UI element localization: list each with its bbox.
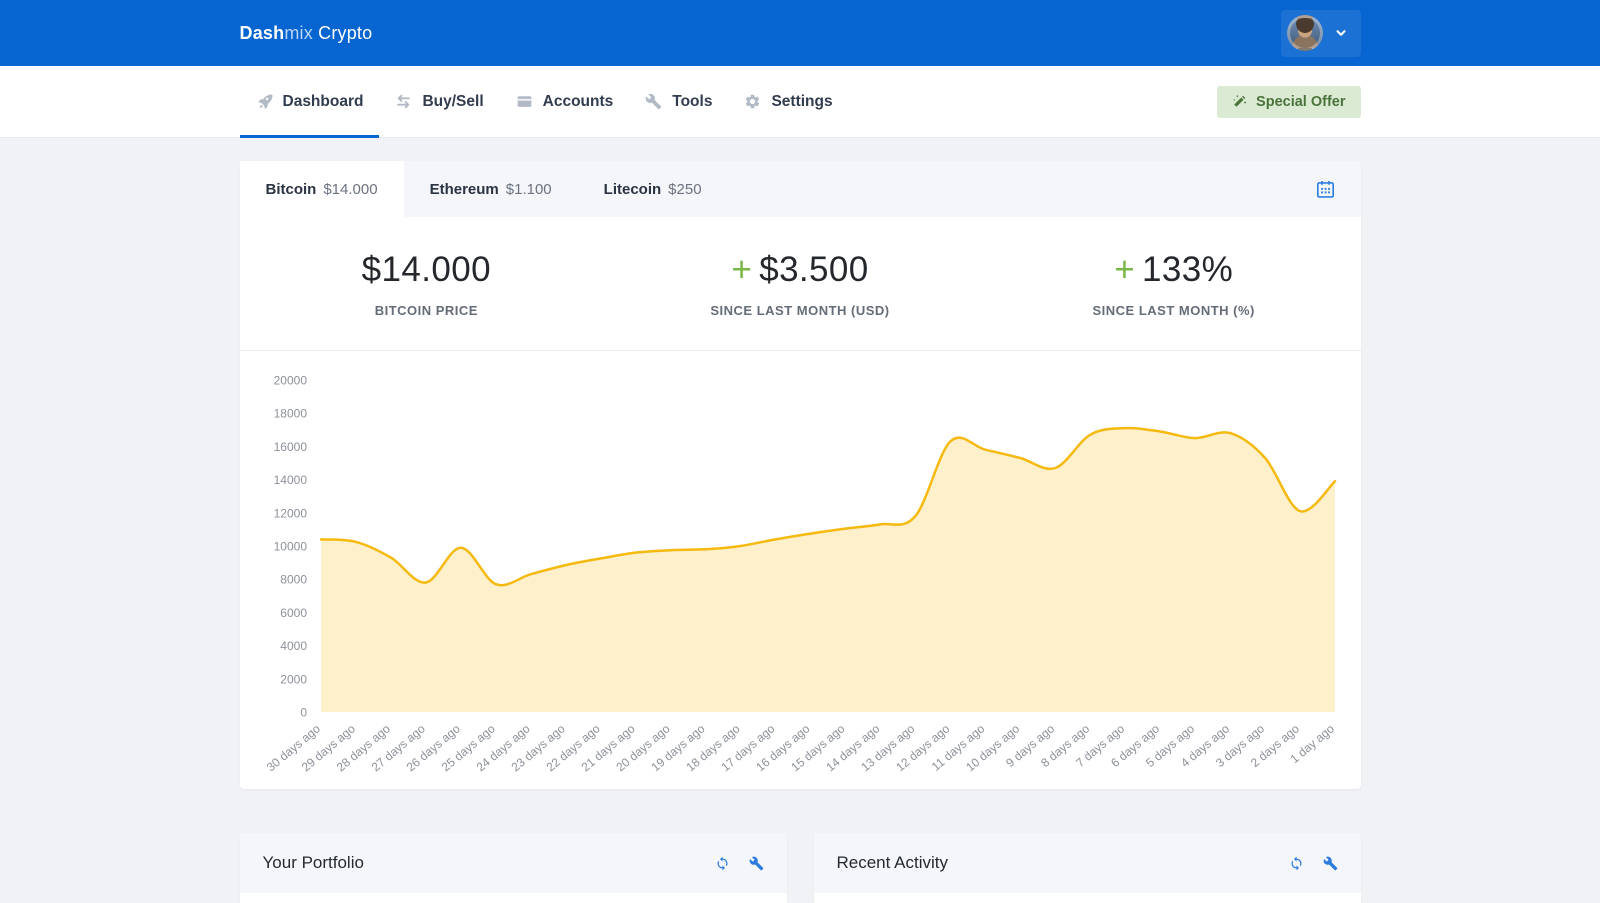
exchange-icon xyxy=(395,93,412,110)
crypto-overview-card: Bitcoin $14.000 Ethereum $1.100 Litecoin… xyxy=(240,161,1361,789)
plus-sign: + xyxy=(1114,250,1135,289)
svg-text:18000: 18000 xyxy=(273,407,307,421)
nav-item-label: Tools xyxy=(672,93,712,111)
coin-name: Bitcoin xyxy=(266,181,317,198)
nav-item-settings[interactable]: Settings xyxy=(728,66,848,137)
calendar-icon xyxy=(1315,179,1336,200)
nav-item-label: Buy/Sell xyxy=(422,93,483,111)
plus-sign: + xyxy=(731,250,752,289)
main-content: Bitcoin $14.000 Ethereum $1.100 Litecoin… xyxy=(240,161,1361,903)
svg-text:16000: 16000 xyxy=(273,440,307,454)
coin-price: $1.100 xyxy=(506,181,552,198)
bitcoin-price-chart[interactable]: 0 2000 4000 6000 8000 10000 12000 14000 16000 180… xyxy=(240,369,1361,783)
nav-item-accounts[interactable]: Accounts xyxy=(500,66,630,137)
coin-name: Ethereum xyxy=(430,181,499,198)
stat-label: SINCE LAST MONTH (USD) xyxy=(613,303,987,318)
brand-light: mix xyxy=(284,23,313,43)
stat-change-usd: +$3.500 SINCE LAST MONTH (USD) xyxy=(613,250,987,318)
wrench-icon xyxy=(645,93,662,110)
user-menu-button[interactable] xyxy=(1281,10,1361,57)
activity-panel: Recent Activity xyxy=(814,833,1361,903)
stats-row: $14.000 BITCOIN PRICE +$3.500 SINCE LAST… xyxy=(240,217,1361,351)
tab-bitcoin[interactable]: Bitcoin $14.000 xyxy=(240,161,404,217)
stat-value: $3.500 xyxy=(759,250,868,289)
svg-text:14000: 14000 xyxy=(273,473,307,487)
special-offer-label: Special Offer xyxy=(1256,94,1345,110)
nav-item-tools[interactable]: Tools xyxy=(629,66,728,137)
brand-bold: Dash xyxy=(240,23,285,43)
options-button[interactable] xyxy=(749,856,764,871)
stat-value: 133% xyxy=(1142,250,1233,289)
portfolio-panel: Your Portfolio xyxy=(240,833,787,903)
nav-item-label: Dashboard xyxy=(283,93,364,111)
tab-ethereum[interactable]: Ethereum $1.100 xyxy=(404,161,578,217)
refresh-button[interactable] xyxy=(1289,856,1304,871)
stat-value: $14.000 xyxy=(362,250,491,289)
magic-wand-icon xyxy=(1232,94,1247,109)
chart-area: 0 2000 4000 6000 8000 10000 12000 14000 16000 180… xyxy=(240,351,1361,789)
wrench-icon xyxy=(749,856,764,871)
nav-item-dashboard[interactable]: Dashboard xyxy=(240,66,380,137)
brand-rest: Crypto xyxy=(313,23,372,43)
avatar xyxy=(1287,15,1323,51)
refresh-button[interactable] xyxy=(715,856,730,871)
wrench-icon xyxy=(1323,856,1338,871)
nav-item-label: Settings xyxy=(771,93,832,111)
stat-bitcoin-price: $14.000 BITCOIN PRICE xyxy=(240,250,614,318)
svg-text:4000: 4000 xyxy=(280,639,307,653)
options-button[interactable] xyxy=(1323,856,1338,871)
special-offer-button[interactable]: Special Offer xyxy=(1217,86,1360,118)
coin-tabs: Bitcoin $14.000 Ethereum $1.100 Litecoin… xyxy=(240,161,1361,217)
nav-item-buy-sell[interactable]: Buy/Sell xyxy=(379,66,499,137)
refresh-icon xyxy=(715,856,730,871)
panel-title: Your Portfolio xyxy=(263,853,364,873)
svg-text:8000: 8000 xyxy=(280,573,307,587)
svg-text:20000: 20000 xyxy=(273,374,307,388)
svg-text:12000: 12000 xyxy=(273,506,307,520)
coin-name: Litecoin xyxy=(604,181,662,198)
tab-litecoin[interactable]: Litecoin $250 xyxy=(578,161,728,217)
date-range-button[interactable] xyxy=(1290,161,1361,217)
coin-price: $250 xyxy=(668,181,701,198)
rocket-icon xyxy=(256,93,273,110)
brand-logo[interactable]: Dashmix Crypto xyxy=(240,23,373,44)
svg-text:2000: 2000 xyxy=(280,672,307,686)
bottom-panels: Your Portfolio Recent Activity xyxy=(240,833,1361,903)
top-header: Dashmix Crypto xyxy=(0,0,1600,66)
main-navigation: Dashboard Buy/Sell Accounts Tools Settin… xyxy=(0,66,1600,138)
panel-title: Recent Activity xyxy=(837,853,949,873)
wallet-icon xyxy=(516,93,533,110)
refresh-icon xyxy=(1289,856,1304,871)
stat-label: BITCOIN PRICE xyxy=(240,303,614,318)
svg-text:0: 0 xyxy=(300,706,307,720)
coin-price: $14.000 xyxy=(323,181,377,198)
svg-text:6000: 6000 xyxy=(280,606,307,620)
gear-icon xyxy=(744,93,761,110)
stat-change-percent: +133% SINCE LAST MONTH (%) xyxy=(987,250,1361,318)
stat-label: SINCE LAST MONTH (%) xyxy=(987,303,1361,318)
chevron-down-icon xyxy=(1334,26,1348,40)
svg-text:10000: 10000 xyxy=(273,540,307,554)
nav-item-label: Accounts xyxy=(543,93,614,111)
